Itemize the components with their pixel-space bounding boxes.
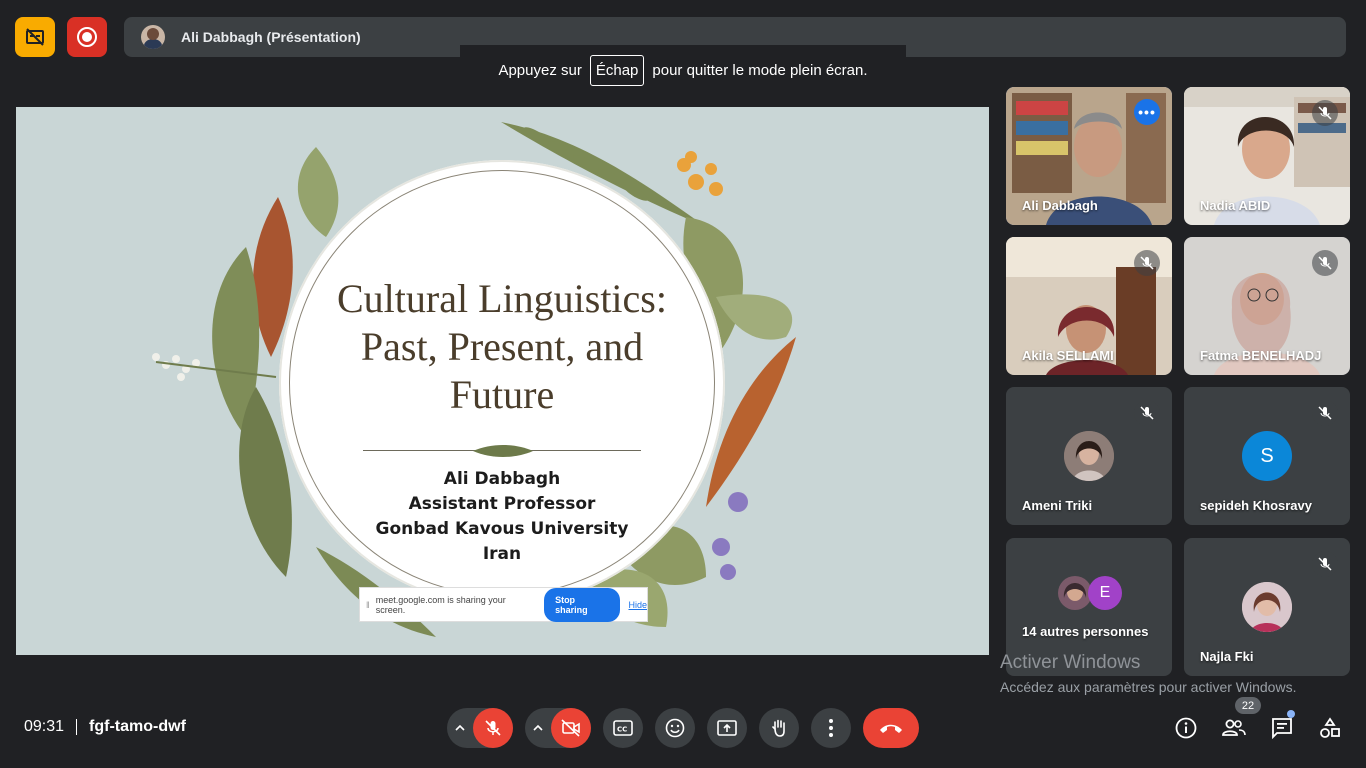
reactions-button[interactable]: [655, 708, 695, 748]
fullscreen-toast: Appuyez sur Échap pour quitter le mode p…: [460, 45, 906, 95]
activities-button[interactable]: [1316, 712, 1344, 744]
toggle-microphone-button[interactable]: [473, 708, 513, 748]
mic-off-icon: [1318, 256, 1332, 270]
participant-tile[interactable]: Nadia ABID: [1184, 87, 1350, 225]
mic-off-icon: [1318, 406, 1332, 420]
presenter-avatar: [141, 25, 165, 49]
participant-tile[interactable]: S sepideh Khosravy: [1184, 387, 1350, 525]
slide-title-line: Cultural Linguistics:: [337, 276, 667, 321]
mic-off-icon: [1318, 557, 1332, 571]
activities-icon: [1320, 717, 1340, 738]
more-options-button[interactable]: •••: [1134, 99, 1160, 125]
captions-button[interactable]: CC: [603, 708, 643, 748]
info-icon: [1175, 717, 1197, 739]
stop-sharing-button[interactable]: Stop sharing: [544, 587, 621, 622]
present-screen-icon: [717, 720, 737, 736]
meeting-code: fgf-tamo-dwf: [89, 718, 186, 735]
toast-text-after: pour quitter le mode plein écran.: [652, 61, 868, 79]
watermark-subtitle: Accédez aux paramètres pour activer Wind…: [1000, 679, 1297, 695]
camera-options-button[interactable]: [525, 722, 551, 734]
slide-info-line: Ali Dabbagh: [443, 469, 561, 489]
participant-name: Akila SELLAMI: [1022, 348, 1114, 363]
sharing-message: meet.google.com is sharing your screen.: [375, 594, 506, 615]
mic-off-indicator: [1134, 400, 1160, 426]
captions-icon: CC: [613, 720, 633, 736]
participant-name: Ameni Triki: [1022, 498, 1093, 513]
others-count-label: 14 autres personnes: [1022, 624, 1149, 639]
mic-off-indicator: [1312, 250, 1338, 276]
slide-info-line: Gonbad Kavous University: [375, 519, 629, 539]
chevron-up-icon: [455, 724, 465, 731]
escape-key-label: Échap: [589, 54, 645, 86]
avatar-initial: S: [1260, 444, 1274, 467]
participant-name: Fatma BENELHADJ: [1200, 348, 1322, 363]
slide-title-line: Past, Present, and: [360, 324, 644, 369]
participant-avatar: [1242, 582, 1292, 632]
toggle-camera-button[interactable]: [551, 708, 591, 748]
slide-title: Cultural Linguistics: Past, Present, and…: [302, 275, 702, 419]
people-icon: [1222, 719, 1246, 736]
record-icon: [77, 27, 97, 47]
participant-avatar: S: [1242, 431, 1292, 481]
present-screen-button[interactable]: [707, 708, 747, 748]
screen-sharing-bar: ‖ meet.google.com is sharing your screen…: [359, 587, 648, 622]
more-options-button[interactable]: [811, 708, 851, 748]
separator: [76, 719, 78, 735]
more-vert-icon: [829, 719, 833, 737]
participant-name: sepideh Khosravy: [1200, 498, 1312, 513]
hide-link[interactable]: Hide: [628, 600, 647, 610]
hang-up-icon: [880, 724, 902, 733]
mic-options-button[interactable]: [447, 722, 473, 734]
toast-text-before: Appuyez sur: [498, 61, 582, 79]
chevron-up-icon: [533, 724, 543, 731]
raise-hand-button[interactable]: [759, 708, 799, 748]
leave-call-button[interactable]: [863, 708, 919, 748]
slide-title-line: Future: [449, 372, 555, 417]
recording-indicator-button[interactable]: [67, 17, 107, 57]
participant-name: Nadia ABID: [1200, 198, 1271, 213]
watermark-title: Activer Windows: [1000, 652, 1141, 673]
mic-off-indicator: [1134, 250, 1160, 276]
mic-off-icon: [1140, 256, 1154, 270]
leaf-ornament-icon: [473, 445, 533, 457]
participant-name: Ali Dabbagh: [1022, 198, 1098, 213]
chat-icon: [1272, 718, 1292, 739]
camera-off-icon: [561, 719, 580, 737]
mic-off-indicator: [1312, 551, 1338, 577]
mic-off-indicator: [1312, 100, 1338, 126]
participant-tile[interactable]: Fatma BENELHADJ: [1184, 237, 1350, 375]
slide-info-line: Iran: [482, 544, 522, 564]
emoji-icon: [665, 718, 685, 738]
participant-tile[interactable]: Akila SELLAMI: [1006, 237, 1172, 375]
chat-notification-dot: [1287, 710, 1295, 718]
presenter-label: Ali Dabbagh (Présentation): [181, 29, 361, 45]
mic-off-icon: [1140, 406, 1154, 420]
slide-author-info: Ali Dabbagh Assistant Professor Gonbad K…: [342, 467, 662, 567]
others-avatar-initial: E: [1088, 576, 1122, 610]
windows-activation-watermark: Activer Windows Accédez aux paramètres p…: [1000, 652, 1296, 695]
microphone-control: [447, 708, 513, 748]
mic-off-icon: [485, 720, 501, 736]
captions-off-icon: [26, 28, 44, 46]
participant-tile[interactable]: Ameni Triki: [1006, 387, 1172, 525]
meeting-details-button[interactable]: [1172, 712, 1200, 744]
clock-time: 09:31: [24, 718, 65, 735]
drag-handle-icon[interactable]: ‖: [366, 600, 370, 610]
svg-text:CC: CC: [617, 726, 627, 734]
mic-off-indicator: [1312, 400, 1338, 426]
slide-info-line: Assistant Professor: [408, 494, 596, 514]
captions-off-button[interactable]: [15, 17, 55, 57]
others-avatar: [1058, 576, 1092, 610]
participant-tile[interactable]: ••• Ali Dabbagh: [1006, 87, 1172, 225]
participant-avatar: [1064, 431, 1114, 481]
hand-icon: [772, 719, 785, 737]
people-button[interactable]: [1220, 712, 1248, 744]
presentation-stage[interactable]: Cultural Linguistics: Past, Present, and…: [16, 107, 989, 655]
meeting-info: 09:31 fgf-tamo-dwf: [24, 718, 186, 736]
camera-control: [525, 708, 591, 748]
mic-off-icon: [1318, 106, 1332, 120]
